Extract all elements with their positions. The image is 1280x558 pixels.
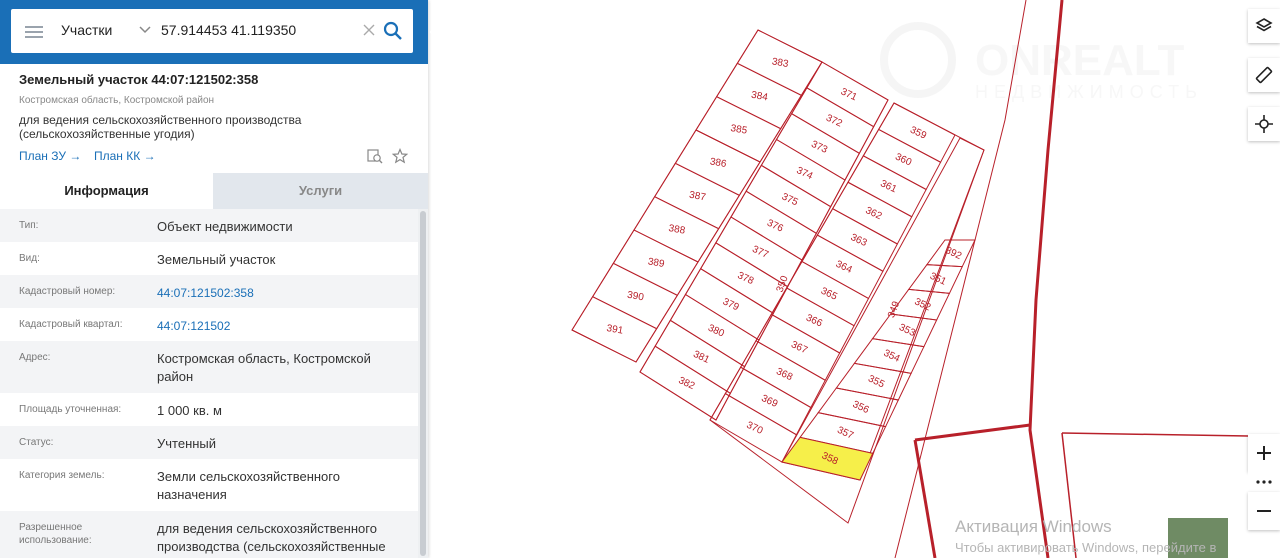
info-label: Статус:	[19, 437, 54, 448]
collapse-panel-icon[interactable]	[428, 22, 440, 42]
chevron-down-icon[interactable]	[137, 21, 153, 37]
ruler-icon	[1255, 66, 1273, 84]
zoom-out-button[interactable]	[1248, 492, 1280, 530]
info-row-status: Статус: Учтенный	[0, 426, 418, 459]
object-region: Костромская область, Костромской район	[19, 95, 215, 106]
tab-services[interactable]: Услуги	[213, 173, 428, 209]
info-row-type: Тип: Объект недвижимости	[0, 209, 418, 242]
minus-icon	[1257, 510, 1271, 512]
info-row-cadastral-number: Кадастровый номер: 44:07:121502:358	[0, 275, 418, 308]
layers-button[interactable]	[1248, 9, 1280, 43]
info-row-cadastral-quarter: Кадастровый квартал: 44:07:121502	[0, 308, 418, 341]
zoom-in-button[interactable]	[1248, 434, 1280, 472]
info-label: Кадастровый квартал:	[19, 319, 123, 330]
locate-button[interactable]	[1248, 107, 1280, 141]
cadastral-quarter-link[interactable]: 44:07:121502	[157, 317, 407, 335]
tab-info[interactable]: Информация	[0, 173, 213, 209]
info-value: для ведения сельскохозяйственного произв…	[157, 521, 386, 554]
search-icon[interactable]	[383, 21, 403, 41]
search-type-select[interactable]: Участки	[61, 22, 112, 38]
zoom-to-object-icon[interactable]	[367, 148, 383, 164]
windows-activation-title: Активация Windows	[955, 517, 1112, 536]
info-value: 1 000 кв. м	[157, 403, 222, 418]
info-label: Категория земель:	[19, 470, 105, 481]
info-value: Земли сельскохозяйственного назначения	[157, 469, 340, 502]
cadastral-number-link[interactable]: 44:07:121502:358	[157, 284, 407, 302]
windows-activation-text: Чтобы активировать Windows, перейдите в	[955, 540, 1217, 555]
info-row-kind: Вид: Земельный участок	[0, 242, 418, 275]
info-tabs: Информация Услуги	[0, 173, 428, 209]
more-button[interactable]	[1248, 472, 1280, 492]
plan-zu-link[interactable]: План ЗУ →	[19, 149, 81, 163]
info-label: Вид:	[19, 253, 40, 264]
menu-icon[interactable]	[25, 23, 43, 39]
info-label: Тип:	[19, 220, 39, 231]
star-icon[interactable]	[392, 148, 408, 164]
plus-icon	[1257, 446, 1271, 460]
panel-scrollbar[interactable]	[418, 209, 428, 558]
info-value: Объект недвижимости	[157, 219, 293, 234]
ruler-button[interactable]	[1248, 58, 1280, 92]
info-row-land-category: Категория земель: Земли сельскохозяйстве…	[0, 459, 418, 511]
search-bar: Участки 57.914453 41.119350	[0, 0, 428, 64]
plan-kk-link[interactable]: План КК →	[94, 149, 156, 163]
info-label: Кадастровый номер:	[19, 286, 116, 297]
info-value: Учтенный	[157, 436, 217, 451]
info-row-area: Площадь уточненная: 1 000 кв. м	[0, 393, 418, 426]
info-value: Костромская область, Костромской район	[157, 351, 371, 384]
crosshair-icon	[1255, 115, 1273, 133]
close-icon[interactable]	[361, 22, 377, 38]
info-label: Площадь уточненная:	[19, 404, 122, 415]
svg-text:ONREALT: ONREALT	[975, 36, 1185, 85]
info-label: Адрес:	[19, 352, 51, 363]
svg-text:НЕДВИЖИМОСТЬ: НЕДВИЖИМОСТЬ	[975, 82, 1203, 102]
info-row-permitted-use: Разрешенное использование: для ведения с…	[0, 511, 418, 558]
info-value: Земельный участок	[157, 252, 276, 267]
object-info-panel: Участки 57.914453 41.119350 Земельный уч…	[0, 0, 428, 558]
search-box: Участки 57.914453 41.119350	[11, 9, 413, 53]
scrollbar-thumb[interactable]	[420, 211, 426, 556]
info-label: Разрешенное использование:	[19, 522, 92, 546]
object-title: Земельный участок 44:07:121502:358	[19, 72, 259, 87]
layers-icon	[1255, 18, 1273, 32]
object-purpose: для ведения сельскохозяйственного произв…	[19, 113, 302, 141]
search-input[interactable]: 57.914453 41.119350	[161, 22, 296, 38]
more-icon	[1256, 480, 1272, 484]
info-row-address: Адрес: Костромская область, Костромской …	[0, 341, 418, 393]
